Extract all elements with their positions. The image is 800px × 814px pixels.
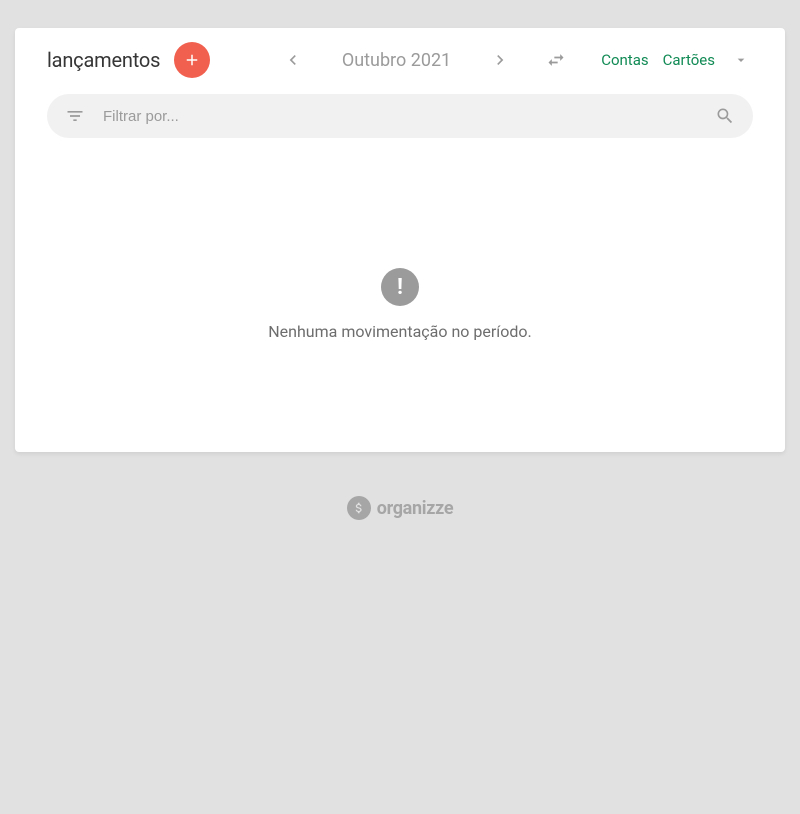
caret-down-icon (733, 52, 749, 68)
plus-icon (183, 51, 201, 69)
filter-icon[interactable] (65, 106, 85, 126)
search-icon (715, 106, 735, 126)
swap-view-button[interactable] (539, 43, 573, 77)
brand-icon (347, 496, 371, 520)
filter-input[interactable] (103, 108, 715, 125)
header: lançamentos Outubro 2021 Contas Cartões (15, 28, 785, 88)
tab-cards[interactable]: Cartões (663, 51, 715, 69)
brand-text: organizze (377, 498, 454, 519)
filter-bar (47, 94, 753, 138)
alert-icon: ! (381, 268, 419, 306)
search-button[interactable] (715, 106, 735, 126)
page-title: lançamentos (47, 48, 160, 72)
tab-accounts[interactable]: Contas (601, 51, 648, 69)
view-tabs: Contas Cartões (601, 48, 753, 72)
next-month-button[interactable] (483, 43, 517, 77)
chevron-left-icon (283, 50, 303, 70)
tabs-dropdown-button[interactable] (729, 48, 753, 72)
footer-logo: organizze (0, 496, 800, 520)
empty-message: Nenhuma movimentação no período. (268, 322, 531, 341)
period-label[interactable]: Outubro 2021 (318, 50, 475, 71)
main-card: lançamentos Outubro 2021 Contas Cartões (15, 28, 785, 452)
chevron-right-icon (490, 50, 510, 70)
swap-icon (546, 50, 566, 70)
empty-state: ! Nenhuma movimentação no período. (15, 268, 785, 341)
prev-month-button[interactable] (276, 43, 310, 77)
add-button[interactable] (174, 42, 210, 78)
date-navigator: Outubro 2021 (276, 43, 573, 77)
